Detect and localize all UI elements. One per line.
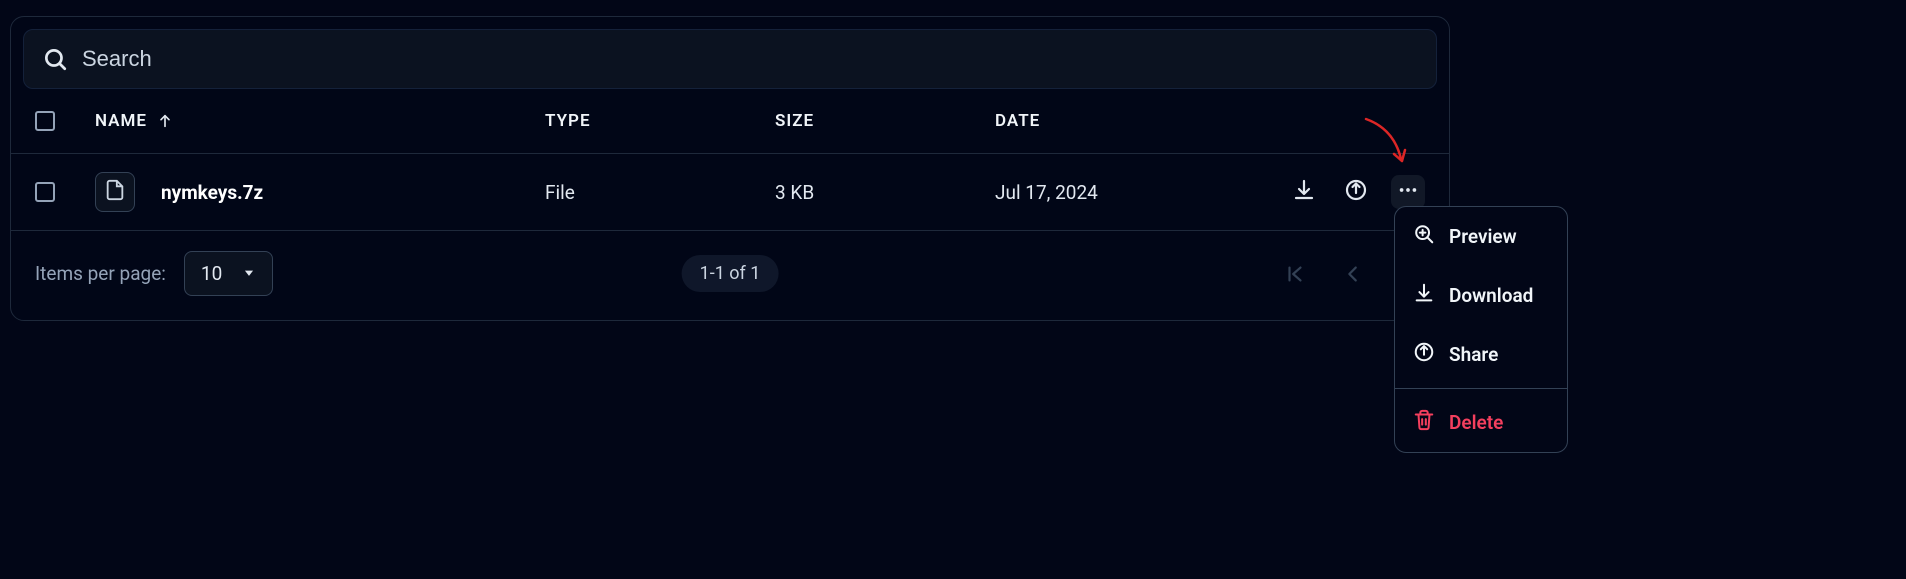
column-label: SIZE — [775, 111, 814, 131]
menu-item-label: Preview — [1449, 225, 1517, 248]
table-header: NAME TYPE SIZE DATE — [11, 89, 1449, 153]
file-type-chip — [95, 172, 135, 212]
row-context-menu: Preview Download Share — [1394, 206, 1568, 453]
prev-page-button[interactable] — [1339, 260, 1367, 288]
column-header-name[interactable]: NAME — [95, 111, 545, 131]
column-header-type[interactable]: TYPE — [545, 111, 775, 131]
items-per-page-label: Items per page: — [35, 262, 166, 285]
search-input[interactable] — [82, 46, 1418, 72]
page-info: 1-1 of 1 — [682, 255, 779, 292]
file-type-cell: File — [545, 181, 775, 204]
column-label: TYPE — [545, 111, 591, 131]
menu-item-label: Delete — [1449, 411, 1503, 434]
column-header-size[interactable]: SIZE — [775, 111, 995, 131]
share-icon — [1344, 178, 1368, 207]
items-per-page-select[interactable]: 10 — [184, 251, 273, 296]
menu-separator — [1395, 388, 1567, 389]
download-icon — [1413, 282, 1435, 309]
file-icon — [104, 179, 126, 206]
download-icon — [1292, 178, 1316, 207]
zoom-in-icon — [1413, 223, 1435, 250]
row-checkbox[interactable] — [35, 182, 55, 202]
file-size-cell: 3 KB — [775, 181, 995, 204]
select-all-checkbox[interactable] — [35, 111, 55, 131]
download-button[interactable] — [1287, 175, 1321, 209]
trash-icon — [1413, 409, 1435, 436]
share-icon — [1413, 341, 1435, 368]
search-bar[interactable] — [23, 29, 1437, 89]
file-name-cell: nymkeys.7z — [161, 181, 263, 204]
menu-item-share[interactable]: Share — [1395, 325, 1567, 384]
column-label: DATE — [995, 111, 1040, 131]
table-footer: Items per page: 10 1-1 of 1 — [11, 230, 1449, 320]
file-date-cell: Jul 17, 2024 — [995, 181, 1285, 204]
file-browser-panel: NAME TYPE SIZE DATE — [10, 16, 1450, 321]
items-per-page-value: 10 — [201, 262, 222, 285]
column-header-date[interactable]: DATE — [995, 111, 1285, 131]
menu-item-delete[interactable]: Delete — [1395, 393, 1567, 452]
sort-asc-icon — [157, 113, 173, 129]
menu-item-label: Share — [1449, 343, 1498, 366]
column-label: NAME — [95, 111, 147, 131]
first-page-button[interactable] — [1281, 260, 1309, 288]
caret-down-icon — [242, 262, 256, 285]
search-icon — [42, 46, 68, 72]
menu-item-label: Download — [1449, 284, 1533, 307]
menu-item-download[interactable]: Download — [1395, 266, 1567, 325]
menu-item-preview[interactable]: Preview — [1395, 207, 1567, 266]
table-row[interactable]: nymkeys.7z File 3 KB Jul 17, 2024 — [11, 153, 1449, 230]
share-button[interactable] — [1339, 175, 1373, 209]
more-actions-button[interactable] — [1391, 175, 1425, 209]
more-horizontal-icon — [1397, 179, 1419, 206]
